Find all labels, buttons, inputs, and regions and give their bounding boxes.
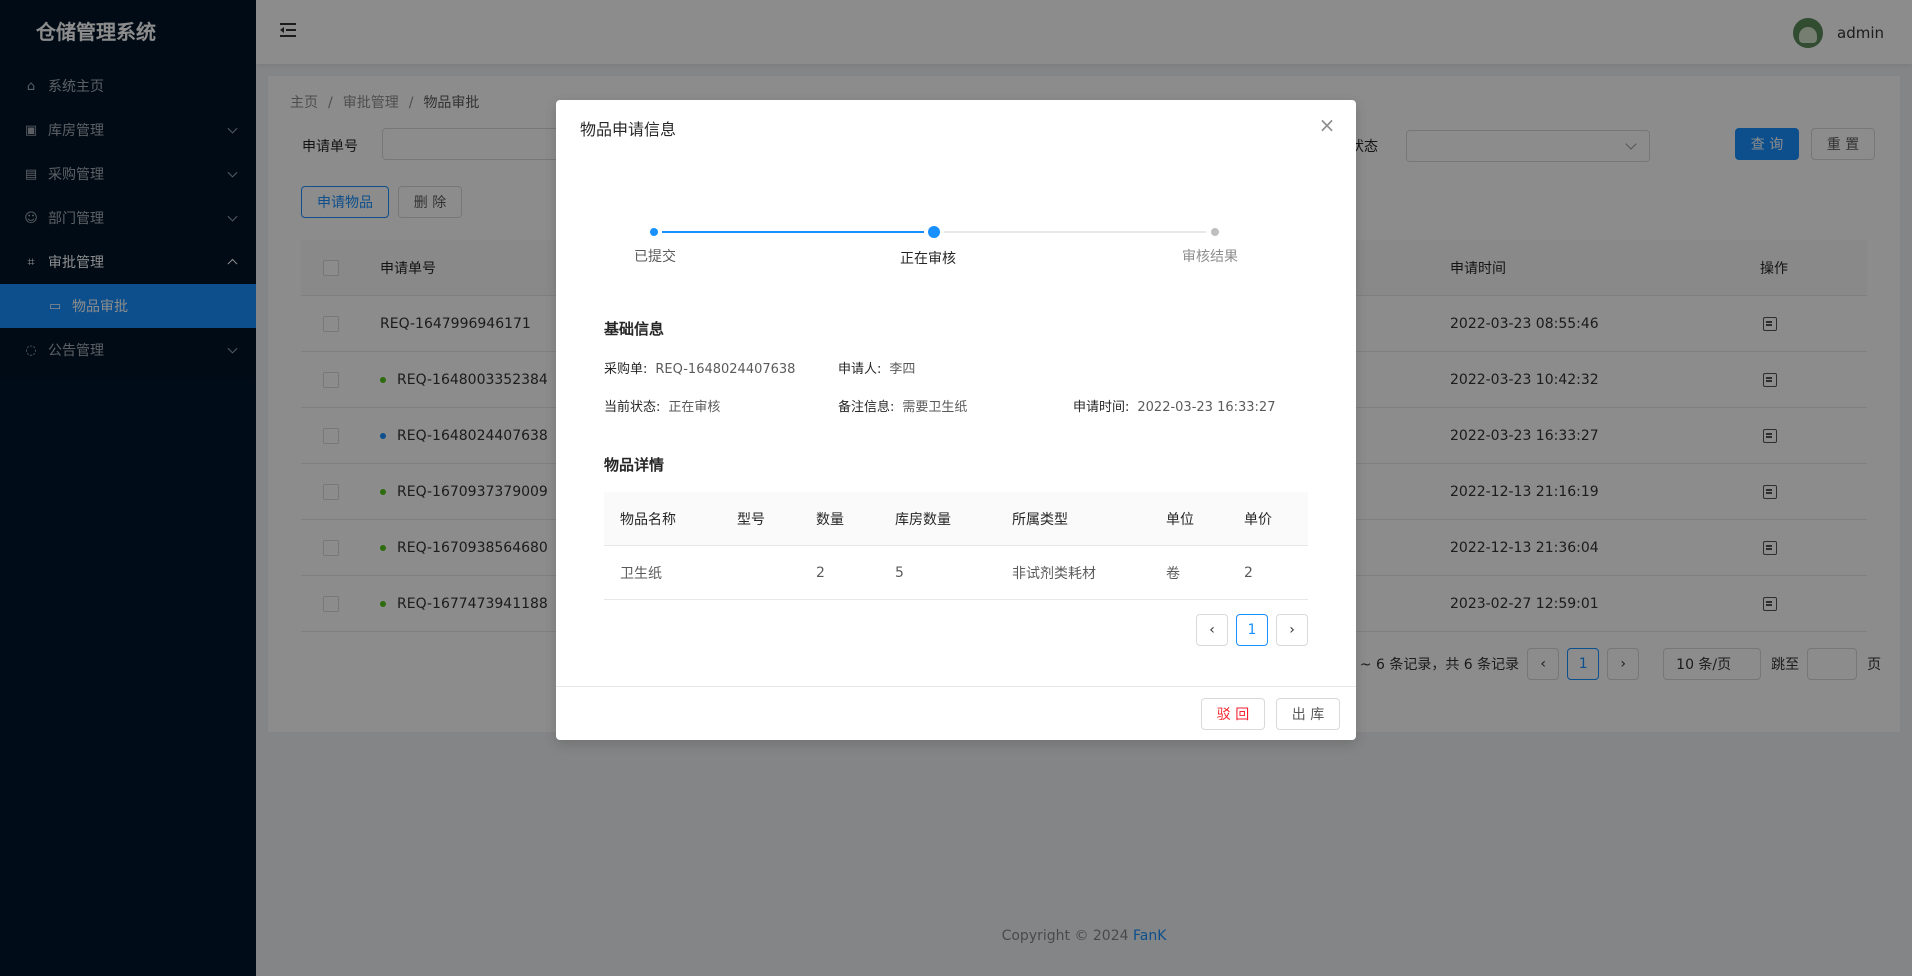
step-dot-result [1211, 228, 1219, 236]
step-label-result: 审核结果 [1182, 249, 1238, 265]
purchase-info: 采购单: REQ-1648024407638 [604, 362, 796, 377]
item-price: 2 [1244, 565, 1253, 581]
progress-steps: 已提交 正在审核 审核结果 [616, 226, 1316, 270]
step-label-reviewing: 正在审核 [900, 251, 956, 267]
column-header: 所属类型 [1012, 512, 1068, 528]
column-header: 型号 [737, 512, 765, 528]
item-request-modal: 物品申请信息 × 已提交 正在审核 审核结果 基础信息 采购单: REQ-1648… [556, 100, 1356, 740]
step-label-submitted: 已提交 [634, 249, 676, 265]
step-line-done [662, 231, 924, 233]
step-dot-submitted [650, 228, 658, 236]
detail-table-header: 物品名称 型号 数量 库房数量 所属类型 单位 单价 [604, 492, 1308, 546]
detail-pagination: ‹ 1 › [1196, 614, 1308, 646]
reject-button[interactable]: 驳 回 [1201, 698, 1265, 730]
column-header: 物品名称 [620, 512, 676, 528]
basic-info-title: 基础信息 [604, 320, 665, 338]
table-row: 卫生纸 2 5 非试剂类耗材 卷 2 [604, 546, 1308, 600]
prev-page-button[interactable]: ‹ [1196, 614, 1228, 646]
step-dot-reviewing [928, 226, 940, 238]
item-type: 非试剂类耗材 [1012, 566, 1096, 582]
item-quantity: 2 [816, 565, 825, 581]
item-unit: 卷 [1166, 566, 1180, 582]
status-info: 当前状态: 正在审核 [604, 400, 721, 415]
column-header: 单价 [1244, 512, 1272, 528]
item-name: 卫生纸 [620, 566, 662, 582]
warehouse-quantity: 5 [895, 565, 904, 581]
column-header: 数量 [816, 512, 844, 528]
modal-title: 物品申请信息 [580, 120, 677, 139]
column-header: 库房数量 [895, 512, 951, 528]
applicant-info: 申请人: 李四 [838, 362, 916, 377]
item-detail-title: 物品详情 [604, 456, 665, 474]
remark-info: 备注信息: 需要卫生纸 [838, 400, 968, 415]
close-icon[interactable]: × [1316, 113, 1338, 137]
step-line-pending [944, 231, 1206, 233]
outbound-button[interactable]: 出 库 [1276, 698, 1340, 730]
next-page-button[interactable]: › [1276, 614, 1308, 646]
modal-footer: 驳 回 出 库 [556, 686, 1356, 740]
time-info: 申请时间: 2022-03-23 16:33:27 [1073, 400, 1276, 415]
page-button[interactable]: 1 [1236, 614, 1268, 646]
column-header: 单位 [1166, 512, 1194, 528]
